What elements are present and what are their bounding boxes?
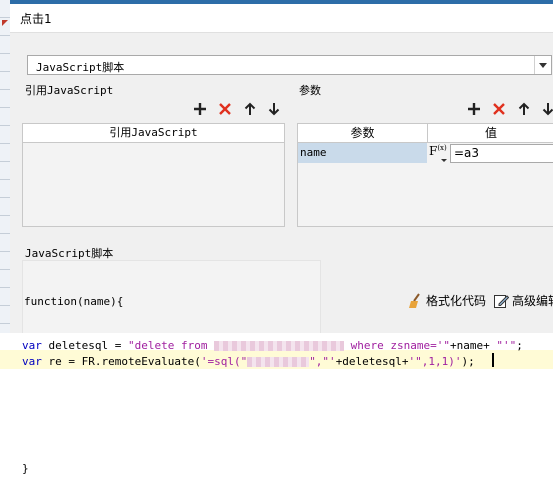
formula-dropdown-icon[interactable] <box>441 159 447 162</box>
ref-js-table[interactable]: 引用JavaScript <box>22 123 285 227</box>
code-text: ; <box>516 339 523 352</box>
advanced-edit-button[interactable]: 高级编辑 <box>493 292 553 309</box>
edit-icon <box>494 294 509 308</box>
ref-section-label: 引用JavaScript <box>25 84 114 97</box>
code-string: where zsname='" <box>344 339 451 352</box>
format-code-button[interactable]: 格式化代码 <box>407 292 486 309</box>
param-move-up-icon[interactable] <box>515 100 533 118</box>
text-caret <box>492 353 494 367</box>
redacted-text <box>247 357 310 367</box>
chevron-down-icon[interactable] <box>534 56 551 74</box>
code-text: +deletesql+ <box>335 355 409 368</box>
code-line-1: var deletesql = "delete from where zsnam… <box>22 339 523 352</box>
ref-move-down-icon[interactable] <box>265 100 283 118</box>
code-string: '=sql(" <box>200 355 248 368</box>
param-name-cell[interactable]: name <box>298 143 427 163</box>
code-string: "'" <box>496 339 517 352</box>
code-text: +name+ <box>450 339 497 352</box>
code-text: ); <box>461 355 475 368</box>
param-table[interactable]: 参数 值 name F(x) =a3 <box>297 123 553 227</box>
value-column-header: 值 <box>428 124 553 143</box>
param-move-down-icon[interactable] <box>539 100 553 118</box>
code-string: '",1,1)' <box>408 355 462 368</box>
ref-js-column-header: 引用JavaScript <box>23 124 284 143</box>
code-keyword: var <box>22 339 42 352</box>
function-header-panel: function(name){ <box>22 260 321 342</box>
param-delete-icon[interactable] <box>490 100 508 118</box>
cell-marker <box>2 20 8 26</box>
formula-icon[interactable]: F(x) <box>429 144 451 163</box>
script-type-select[interactable]: JavaScript脚本 <box>27 55 552 75</box>
code-keyword: var <box>22 355 42 368</box>
function-header: function(name){ <box>24 295 124 308</box>
formula-x: (x) <box>437 144 447 152</box>
script-type-value: JavaScript脚本 <box>36 61 125 74</box>
title-bar: 点击1 <box>10 4 553 33</box>
ref-move-up-icon[interactable] <box>241 100 259 118</box>
code-text: re = FR.remoteEvaluate( <box>41 355 201 368</box>
code-line-2: var re = FR.remoteEvaluate('=sql(" ","'+d… <box>22 355 475 368</box>
param-section-label: 参数 <box>299 84 321 97</box>
param-add-icon[interactable] <box>465 100 483 118</box>
dialog-title: 点击1 <box>20 12 52 26</box>
param-column-header: 参数 <box>298 124 428 143</box>
broom-icon <box>409 292 420 308</box>
advanced-edit-label: 高级编辑 <box>512 294 553 308</box>
function-closing-brace: } <box>22 462 29 475</box>
code-text: deletesql = <box>41 339 128 352</box>
param-value-input[interactable]: =a3 <box>450 144 553 163</box>
format-code-label: 格式化代码 <box>426 294 487 308</box>
redacted-text <box>214 341 345 351</box>
ref-add-icon[interactable] <box>191 100 209 118</box>
ref-delete-icon[interactable] <box>216 100 234 118</box>
code-string: "delete from <box>127 339 215 352</box>
script-section-label: JavaScript脚本 <box>25 247 114 260</box>
code-string: ","' <box>309 355 336 368</box>
